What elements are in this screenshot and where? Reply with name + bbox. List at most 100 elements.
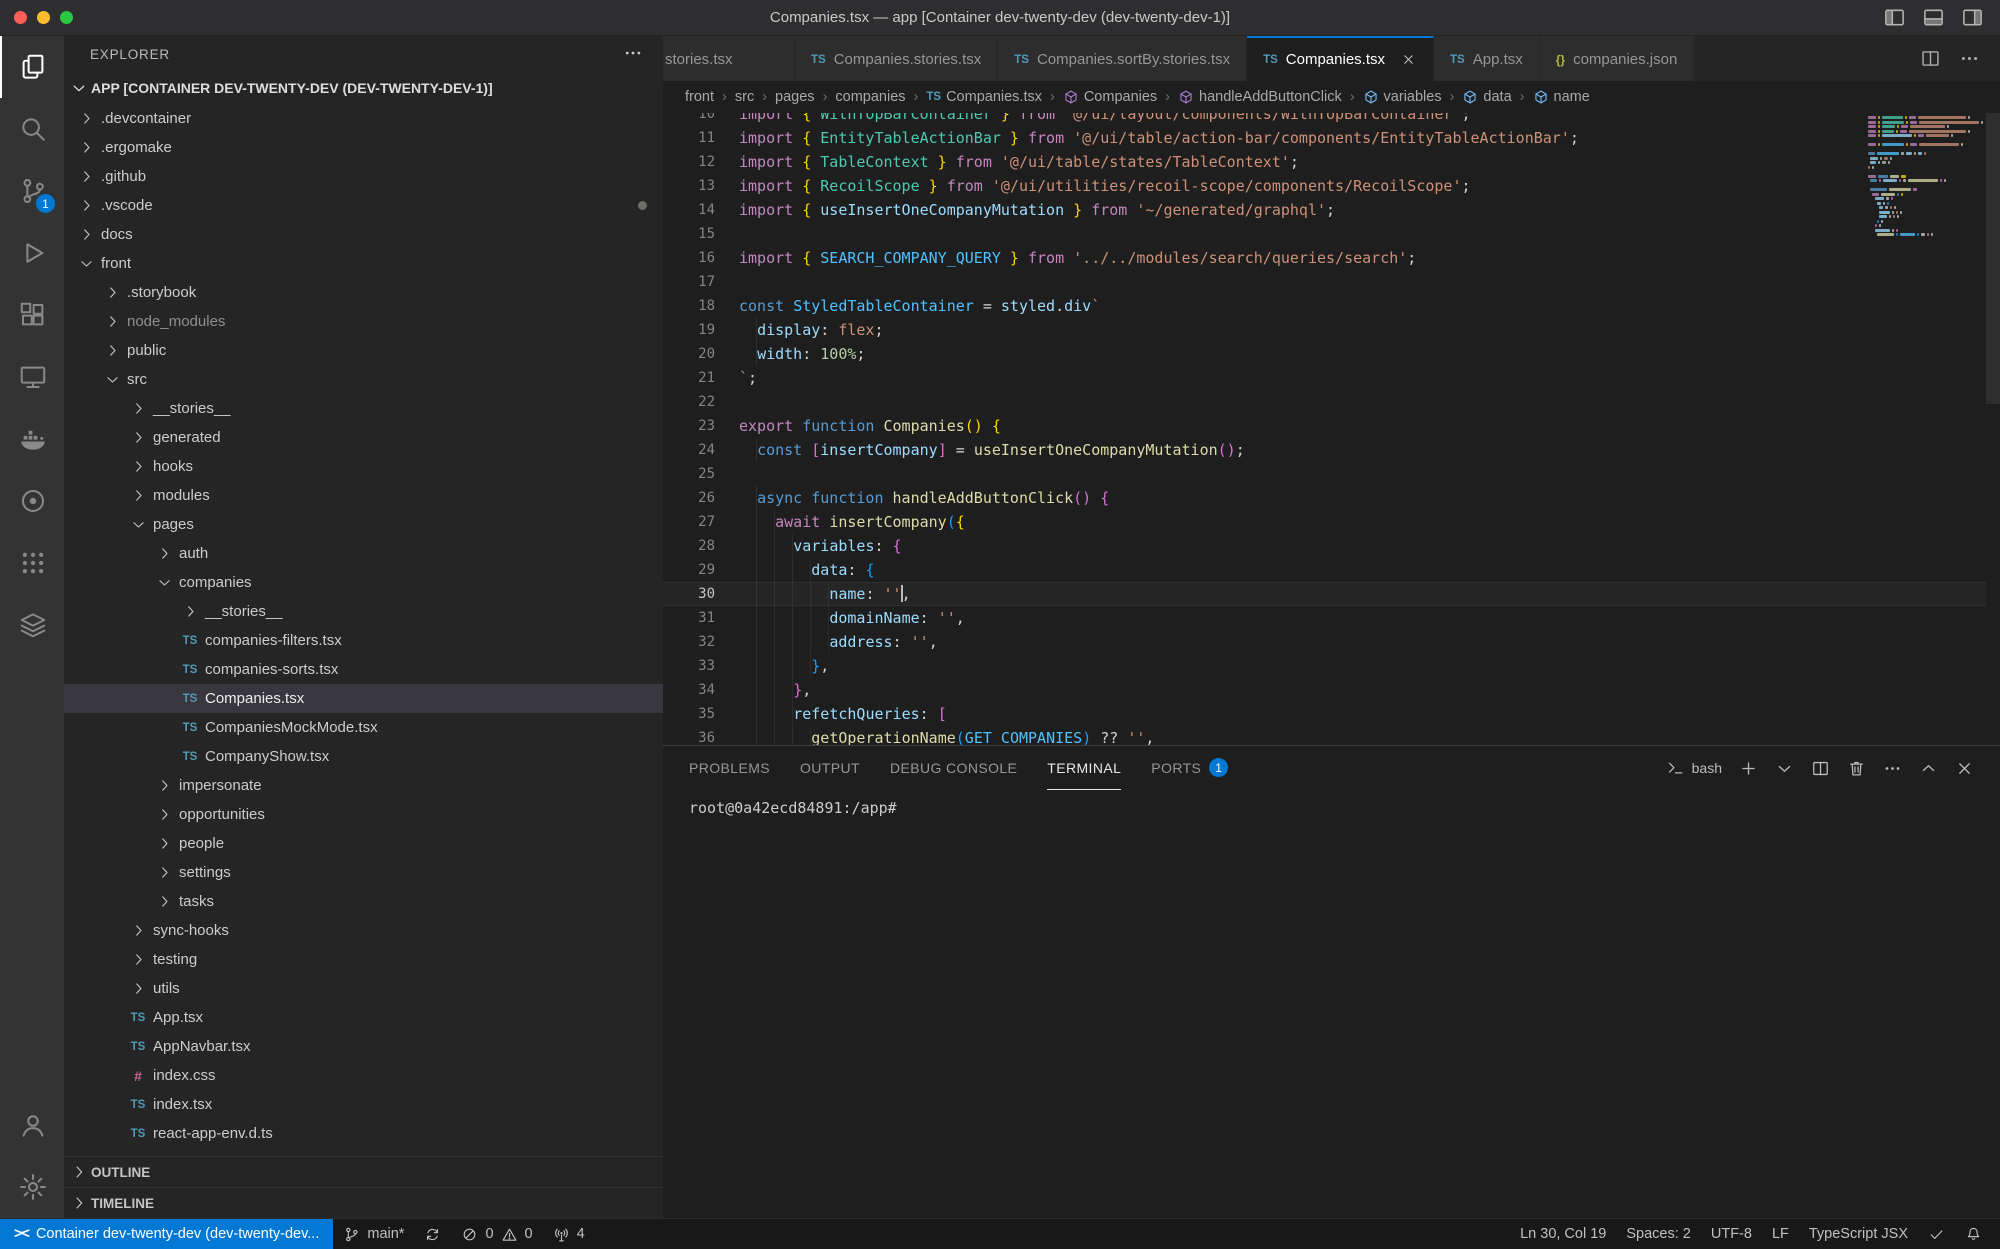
line-number[interactable]: 20 (663, 342, 739, 366)
line-content[interactable] (739, 222, 1986, 246)
minimize-window-button[interactable] (37, 11, 50, 24)
line-number[interactable]: 28 (663, 534, 739, 558)
line-number[interactable]: 26 (663, 486, 739, 510)
line-number[interactable]: 14 (663, 198, 739, 222)
line-number[interactable]: 13 (663, 174, 739, 198)
tree-item-companiesmockmode-tsx[interactable]: TSCompaniesMockMode.tsx (64, 713, 663, 742)
tree-item-node-modules[interactable]: node_modules (64, 307, 663, 336)
tree-item-github[interactable]: .github (64, 162, 663, 191)
line-content[interactable] (739, 390, 1986, 414)
tree-item-opportunities[interactable]: opportunities (64, 800, 663, 829)
line-number[interactable]: 35 (663, 702, 739, 726)
breadcrumb-item-companies-tsx[interactable]: TSCompanies.tsx (926, 89, 1042, 105)
panel-tab-ports[interactable]: PORTS1 (1151, 746, 1228, 790)
sync-changes[interactable] (414, 1219, 451, 1249)
tree-item-react-app-env-d-ts[interactable]: TSreact-app-env.d.ts (64, 1119, 663, 1148)
line-number[interactable]: 11 (663, 126, 739, 150)
tree-item-index-css[interactable]: #index.css (64, 1061, 663, 1090)
indentation[interactable]: Spaces: 2 (1616, 1219, 1701, 1249)
toggle-secondary-sidebar-button[interactable] (1961, 6, 1984, 29)
eol[interactable]: LF (1762, 1219, 1799, 1249)
tree-item-app-tsx[interactable]: TSApp.tsx (64, 1003, 663, 1032)
tree-item-companies[interactable]: companies (64, 568, 663, 597)
activity-docker[interactable] (0, 408, 64, 470)
formatter-status[interactable] (1918, 1219, 1955, 1249)
line-content[interactable]: domainName: '', (739, 606, 1986, 630)
line-number[interactable]: 33 (663, 654, 739, 678)
tree-item-sync-hooks[interactable]: sync-hooks (64, 916, 663, 945)
line-number[interactable]: 24 (663, 438, 739, 462)
tree-item-appnavbar-tsx[interactable]: TSAppNavbar.tsx (64, 1032, 663, 1061)
kill-terminal-button[interactable] (1847, 759, 1866, 778)
activity-remote-explorer[interactable] (0, 346, 64, 408)
activity-run-debug[interactable] (0, 222, 64, 284)
panel-tab-terminal[interactable]: TERMINAL (1047, 746, 1121, 790)
line-content[interactable]: async function handleAddButtonClick() { (739, 486, 1986, 510)
tab-companies-tsx[interactable]: TSCompanies.tsx (1247, 36, 1434, 81)
line-content[interactable]: import { WithTopBarContainer } from '@/u… (739, 113, 1986, 126)
line-content[interactable]: name: '', (739, 582, 1986, 606)
git-branch[interactable]: main* (333, 1219, 414, 1249)
line-number[interactable]: 12 (663, 150, 739, 174)
tree-item-stories[interactable]: __stories__ (64, 597, 663, 626)
new-terminal-button[interactable] (1739, 759, 1758, 778)
line-number[interactable]: 29 (663, 558, 739, 582)
line-number[interactable]: 22 (663, 390, 739, 414)
line-content[interactable] (739, 270, 1986, 294)
activity-extension-view-1[interactable] (0, 470, 64, 532)
workspace-section-header[interactable]: APP [CONTAINER DEV-TWENTY-DEV (DEV-TWENT… (64, 72, 663, 104)
split-editor-button[interactable] (1920, 48, 1941, 69)
editor-scrollbar-thumb[interactable] (1986, 113, 2000, 404)
activity-extension-view-2[interactable] (0, 532, 64, 594)
breadcrumb-item-front[interactable]: front (685, 89, 714, 105)
tree-item-public[interactable]: public (64, 336, 663, 365)
sidebar-section-timeline[interactable]: TIMELINE (64, 1187, 663, 1218)
tab-app-tsx[interactable]: TSApp.tsx (1434, 36, 1540, 81)
line-content[interactable]: import { SEARCH_COMPANY_QUERY } from '..… (739, 246, 1986, 270)
problems-summary[interactable]: 00 (451, 1219, 542, 1249)
panel-tab-problems[interactable]: PROBLEMS (689, 746, 770, 790)
line-content[interactable]: const StyledTableContainer = styled.div` (739, 294, 1986, 318)
tree-item-companyshow-tsx[interactable]: TSCompanyShow.tsx (64, 742, 663, 771)
breadcrumb-item-handleaddbuttonclick[interactable]: handleAddButtonClick (1178, 89, 1342, 105)
line-number[interactable]: 17 (663, 270, 739, 294)
line-content[interactable]: getOperationName(GET_COMPANIES) ?? '', (739, 726, 1986, 745)
line-content[interactable]: `; (739, 366, 1986, 390)
tree-item-src[interactable]: src (64, 365, 663, 394)
tree-item-devcontainer[interactable]: .devcontainer (64, 104, 663, 133)
line-content[interactable]: refetchQueries: [ (739, 702, 1986, 726)
tree-item-storybook[interactable]: .storybook (64, 278, 663, 307)
line-number[interactable]: 19 (663, 318, 739, 342)
tree-item-utils[interactable]: utils (64, 974, 663, 1003)
tree-item-vscode[interactable]: .vscode (64, 191, 663, 220)
encoding[interactable]: UTF-8 (1701, 1219, 1762, 1249)
tab-stories-tsx[interactable]: stories.tsx (663, 36, 795, 81)
line-content[interactable]: variables: { (739, 534, 1986, 558)
line-number[interactable]: 27 (663, 510, 739, 534)
tab-companies-json[interactable]: {}companies.json (1540, 36, 1695, 81)
toggle-panel-button[interactable] (1922, 6, 1945, 29)
tree-item-companies-tsx[interactable]: TSCompanies.tsx (64, 684, 663, 713)
breadcrumb-item-src[interactable]: src (735, 89, 754, 105)
panel-tab-output[interactable]: OUTPUT (800, 746, 860, 790)
activity-source-control[interactable]: 1 (0, 160, 64, 222)
panel-more-actions-button[interactable] (1883, 759, 1902, 778)
line-number[interactable]: 10 (663, 113, 739, 126)
activity-extension-view-3[interactable] (0, 594, 64, 656)
line-number[interactable]: 16 (663, 246, 739, 270)
close-window-button[interactable] (14, 11, 27, 24)
line-number[interactable]: 31 (663, 606, 739, 630)
breadcrumb-item-companies[interactable]: companies (835, 89, 905, 105)
terminal-profile-dropdown[interactable] (1775, 759, 1794, 778)
activity-accounts[interactable] (0, 1094, 64, 1156)
remote-indicator[interactable]: ><Container dev-twenty-dev (dev-twenty-d… (0, 1219, 333, 1249)
maximize-panel-button[interactable] (1919, 759, 1938, 778)
tree-item-impersonate[interactable]: impersonate (64, 771, 663, 800)
editor-scrollbar[interactable] (1986, 113, 2000, 745)
line-content[interactable]: await insertCompany({ (739, 510, 1986, 534)
cursor-position[interactable]: Ln 30, Col 19 (1510, 1219, 1616, 1249)
tree-item-ergomake[interactable]: .ergomake (64, 133, 663, 162)
tree-item-modules[interactable]: modules (64, 481, 663, 510)
tree-item-auth[interactable]: auth (64, 539, 663, 568)
tree-item-tasks[interactable]: tasks (64, 887, 663, 916)
